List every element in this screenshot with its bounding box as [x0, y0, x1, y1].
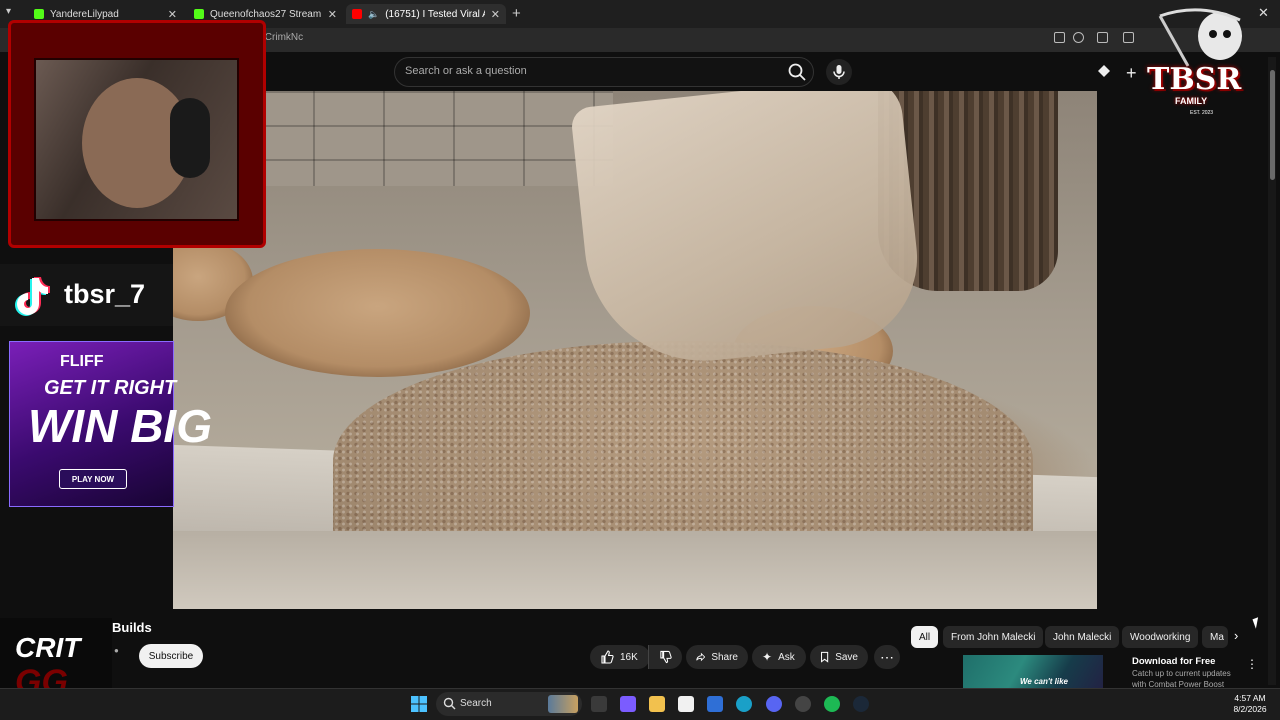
- ask-label: Ask: [778, 651, 795, 663]
- vpn-icon[interactable]: [707, 696, 723, 712]
- tab-label: YandereLilypad: [50, 8, 119, 20]
- taskbar: [0, 688, 1280, 720]
- share-icon: [696, 652, 706, 662]
- recommendation-title[interactable]: Download for Free: [1132, 656, 1215, 667]
- search-icon: [443, 697, 456, 710]
- speaker-icon[interactable]: 🔈: [368, 9, 379, 20]
- tab-search-icon[interactable]: ▾: [6, 6, 11, 17]
- create-plus-icon[interactable]: +: [1126, 63, 1137, 84]
- thumbs-up-icon: [601, 650, 614, 664]
- bookmark-icon: [821, 651, 829, 663]
- close-icon[interactable]: ✕: [168, 8, 177, 21]
- windows-start-icon[interactable]: [411, 696, 427, 712]
- tiktok-handle: tbsr_7: [64, 279, 146, 309]
- steam-icon[interactable]: [853, 696, 869, 712]
- save-button[interactable]: Save: [810, 645, 868, 669]
- extension-icon[interactable]: [1123, 32, 1134, 43]
- video-player[interactable]: [173, 91, 1097, 609]
- obs-icon[interactable]: [795, 696, 811, 712]
- ad-headline: GET IT RIGHT: [44, 377, 177, 399]
- tbsr-logo-subtext: FAMILY: [1175, 96, 1208, 106]
- search-highlight-image: [548, 695, 578, 713]
- tab-label: (16751) I Tested Viral AI Builds: [385, 8, 485, 20]
- chip-woodworking[interactable]: Woodworking: [1122, 626, 1199, 648]
- copilot-icon[interactable]: [620, 696, 636, 712]
- share-label: Share: [711, 651, 738, 663]
- close-icon[interactable]: ✕: [328, 8, 337, 21]
- mic-icon[interactable]: [826, 59, 852, 85]
- mouse-cursor: [1252, 617, 1262, 629]
- recommendation-subtitle: Catch up to current updates: [1132, 669, 1231, 678]
- tbsr-logo-text: TBSR: [1147, 62, 1242, 97]
- video-frame-bag: [570, 91, 926, 373]
- share-button[interactable]: Share: [686, 645, 748, 669]
- ask-button[interactable]: ✦ Ask: [752, 645, 806, 669]
- thumbnail-caption: We can't like: [1020, 677, 1068, 686]
- like-count: 16K: [620, 651, 638, 663]
- scrollbar-thumb[interactable]: [1270, 70, 1275, 180]
- search-placeholder: Search or ask a question: [405, 65, 527, 77]
- video-title: Builds: [112, 620, 152, 635]
- chip-channel[interactable]: John Malecki: [1045, 626, 1120, 648]
- dislike-button[interactable]: [648, 645, 682, 669]
- kebab-menu-icon[interactable]: ⋮: [1246, 657, 1258, 671]
- reader-mode-icon[interactable]: [1054, 32, 1065, 43]
- crit-logo-text: CRIT: [15, 632, 81, 663]
- video-frame-ground: [173, 531, 1097, 609]
- thumbs-down-icon: [660, 650, 672, 664]
- new-tab-button[interactable]: +: [512, 5, 521, 22]
- taskbar-date[interactable]: 8/2/2026: [1228, 704, 1272, 714]
- kick-icon: [34, 9, 44, 19]
- search-icon[interactable]: [786, 61, 808, 83]
- more-actions-icon[interactable]: ⋯: [874, 645, 900, 669]
- ad-play-button[interactable]: PLAY NOW: [59, 469, 127, 489]
- chevron-right-icon[interactable]: ›: [1234, 628, 1238, 643]
- taskbar-time[interactable]: 4:57 AM: [1228, 693, 1272, 703]
- task-view-icon[interactable]: [591, 696, 607, 712]
- video-frame-wood-slice: [225, 249, 530, 377]
- ad-brand: FLIFF: [60, 353, 104, 370]
- tbsr-logo-est: EST. 2023: [1190, 110, 1214, 116]
- close-icon[interactable]: ✕: [491, 8, 500, 21]
- verified-icon: ●: [114, 646, 119, 655]
- file-explorer-icon[interactable]: [649, 696, 665, 712]
- tab-label: Queenofchaos27 Stream - Wa: [210, 8, 322, 20]
- subscribe-button[interactable]: Subscribe: [139, 644, 203, 668]
- extensions-icon[interactable]: [1097, 32, 1108, 43]
- kick-icon: [194, 9, 204, 19]
- chip-from-channel[interactable]: From John Malecki: [943, 626, 1044, 648]
- discord-icon[interactable]: [766, 696, 782, 712]
- youtube-icon: [352, 9, 362, 19]
- chip-more[interactable]: Ma: [1202, 626, 1228, 648]
- tiktok-icon: [10, 274, 50, 318]
- like-button[interactable]: 16K: [590, 645, 650, 669]
- headset-icon: [170, 98, 210, 178]
- edge-icon[interactable]: [736, 696, 752, 712]
- store-icon[interactable]: [678, 696, 694, 712]
- favorite-star-icon[interactable]: [1073, 32, 1084, 43]
- chip-all[interactable]: All: [911, 626, 939, 648]
- spotify-icon[interactable]: [824, 696, 840, 712]
- gem-icon[interactable]: [1097, 64, 1111, 78]
- browser-tab-active[interactable]: 🔈 (16751) I Tested Viral AI Builds ✕: [346, 4, 506, 24]
- taskbar-search-label: Search: [460, 698, 492, 709]
- save-label: Save: [835, 651, 858, 663]
- sparkle-icon: ✦: [762, 650, 773, 664]
- ad-headline-large: WIN BIG: [28, 400, 212, 452]
